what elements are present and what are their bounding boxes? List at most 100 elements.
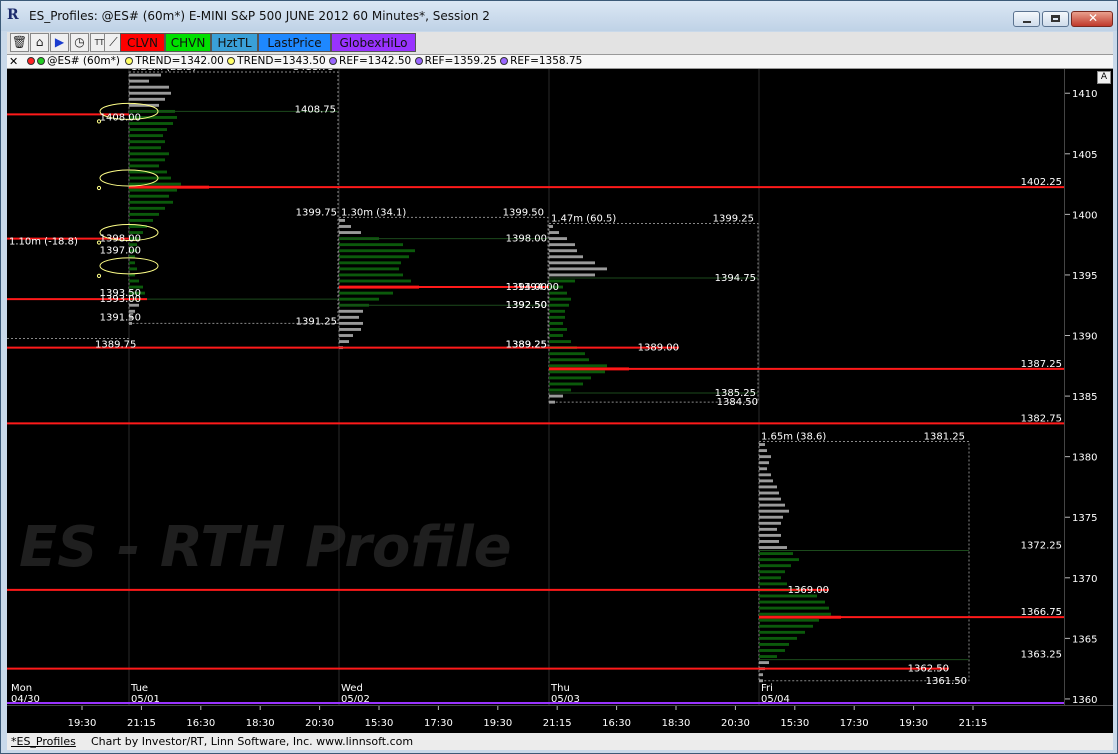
profile-bar [129,73,161,77]
chvn-button[interactable]: CHVN [165,33,211,52]
x-tick-label: 19:30 [483,718,512,729]
profile-bar [549,243,575,247]
house-icon[interactable]: ⌂ [30,33,49,52]
profile-high-label: 1411.75 [293,69,334,73]
watermark-text: ES - RTH Profile [19,515,512,580]
profile-bar [549,364,607,368]
green-status-icon [37,57,45,65]
x-tick-label: 19:30 [68,718,97,729]
chart-page-tab[interactable]: *ES_Profiles [11,733,76,750]
autoscale-button[interactable]: A [1097,71,1111,84]
profile-bar [129,176,171,180]
profile-bar [759,515,783,519]
profile-bar [549,225,553,228]
day-label: Mon [11,683,32,694]
legend-item: REF=1359.25 [424,55,497,67]
time-axis-svg: 19:30 21:15 16:30 18:30 20:30 15:30 17:30 19:30… [68,706,987,729]
price-level-label: 1363.25 [1021,650,1062,661]
play-icon[interactable]: ▶ [50,33,69,52]
profile-bar [759,461,769,465]
profile-price-label: 1369.00 [788,585,829,596]
profile-bar [129,200,173,204]
profile-bar [759,612,831,616]
profile-price-label: 1398.00 [506,234,547,245]
trend-dot-icon [227,57,236,65]
profile-bar [129,158,165,162]
profile-bar [759,618,819,622]
profile-bar [549,255,583,259]
profile-bar [549,297,571,301]
minimize-button[interactable] [1013,11,1040,27]
toolbar: 🗑 ⌂ ▶ ◷ TT ⟋ CLVN CHVN HztTL LastPrice G… [7,32,1113,54]
profile-bar [129,91,171,95]
close-button[interactable]: ✕ [1071,11,1113,27]
profile-price-label: 1399.75 [296,207,337,218]
profile-bar [549,388,571,392]
profile-box [758,441,970,682]
profile-high-label: 1399.50 [503,207,544,218]
profile-bar [339,315,359,319]
annotation-dot [96,273,102,278]
profile-bar [129,261,135,265]
profile-bar [759,521,781,525]
day-label: Thu [550,683,570,694]
profile-bar [129,146,161,150]
profile-bar [759,642,789,646]
y-tick-label: 1380 [1072,453,1097,464]
profile-bar [759,491,779,495]
profile-bar [339,321,363,325]
credit-text: Chart by Investor/RT, Linn Software, Inc… [91,735,414,748]
minimize-icon [1023,21,1031,23]
x-tick-label: 20:30 [721,718,750,729]
profile-bar [759,540,779,543]
chart-area[interactable]: ES - RTH Profile 1.21m (22.3) 1411.75 1408.… [7,69,1064,705]
close-legend-icon[interactable]: ✕ [9,55,18,68]
y-tick-label: 1400 [1072,210,1097,221]
clvn-button[interactable]: CLVN [120,33,165,52]
profile-bar [759,655,777,658]
profile-bar [759,624,813,628]
profile-bar [339,225,351,228]
profile-bar [549,249,577,253]
profile-price-label: 1398.00 [100,234,141,245]
price-axis[interactable]: 1410 1405 1400 1395 1390 1385 1380 1375 1370 1365… [1064,69,1113,706]
x-tick-label: 16:30 [602,718,631,729]
time-axis[interactable]: 19:30 21:15 16:30 18:30 20:30 15:30 17:30 19:30… [7,705,1113,733]
title-bar[interactable]: R ES_Profiles: @ES# (60m*) E-MINI S&P 50… [1,1,1117,31]
close-icon: ✕ [1088,11,1099,25]
profile-bar [339,218,345,222]
profile-bar [129,164,159,168]
profile-bar [759,527,777,531]
x-tick-label: 15:30 [365,718,394,729]
maximize-icon [1051,15,1060,22]
profile-chart[interactable]: ES - RTH Profile 1.21m (22.3) 1411.75 1408.… [7,69,1064,705]
legend-item: REF=1342.50 [339,55,412,67]
trash-icon[interactable]: 🗑 [10,33,29,52]
clock-icon[interactable]: ◷ [70,33,89,52]
y-tick-label: 1405 [1072,150,1097,161]
profile-price-label: 1392.50 [506,300,547,311]
y-tick-label: 1370 [1072,574,1097,585]
globexhilo-button[interactable]: GlobexHiLo [331,33,416,52]
profile-bar [129,212,159,216]
y-tick-label: 1360 [1072,695,1097,705]
legend-items: @ES# (60m*) TREND=1342.00 TREND=1343.50 … [27,55,582,68]
price-level-label: 1402.25 [1021,177,1062,188]
profile-bar [129,194,169,198]
profile-bar [129,79,149,83]
profile-bar [129,85,169,89]
lastprice-button[interactable]: LastPrice [258,33,331,52]
y-tick-label: 1410 [1072,89,1097,100]
profile-bar [759,552,793,556]
hzttl-button[interactable]: HztTL [211,33,258,52]
profile-bar [759,649,785,652]
profile-bar [759,467,767,471]
profile-header: 1.10m (-18.8) [9,237,78,248]
x-tick-label: 19:30 [899,718,928,729]
profile-price-label: 1391.50 [100,312,141,323]
profile-bar [759,558,799,562]
maximize-button[interactable] [1042,11,1069,27]
x-tick-label: 17:30 [424,718,453,729]
status-bar: *ES_Profiles Chart by Investor/RT, Linn … [7,733,1113,750]
profile-bar [129,134,163,138]
